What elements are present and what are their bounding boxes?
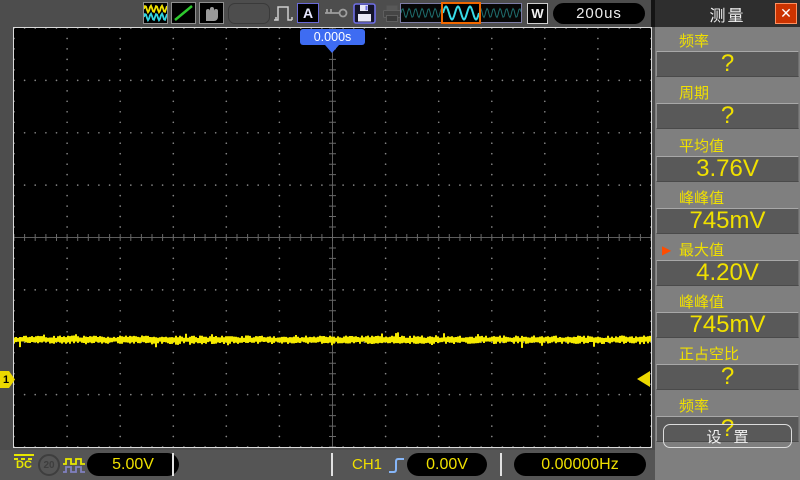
channel-waves-icon[interactable] (143, 2, 168, 24)
measurement-label: 峰峰值 (679, 190, 724, 207)
measurement-label: 正占空比 (679, 346, 739, 363)
graticule-grid (14, 28, 651, 447)
auto-icon[interactable]: A (297, 3, 319, 23)
bandwidth-limit-label: 20 (43, 460, 54, 471)
timebase-value: 200us (576, 5, 622, 22)
waveform-preview-window[interactable] (441, 2, 481, 24)
key-icon[interactable] (323, 2, 349, 24)
volts-per-div-readout[interactable]: 5.00V (87, 453, 179, 476)
trigger-level-readout[interactable]: 0.00V (407, 453, 487, 476)
measurement-value: 3.76V (656, 156, 799, 182)
sidebar-title: 测量 (709, 2, 745, 26)
measurement-value: 745mV (656, 312, 799, 338)
bottom-status-bar: DC 20 5.00V CH1 0.00V 0.00000Hz (0, 450, 655, 480)
oscilloscope-screen: A W 200us 0.000s 1 (0, 0, 800, 480)
measurement-value: ? (656, 364, 799, 390)
trigger-position-pointer-icon (325, 45, 339, 53)
measurement-label: 最大值 (679, 242, 724, 259)
measurement-sidebar: 测量 ✕ ▶频率 ? ▶周期 ? ▶平均值 3.76V ▶峰峰值 745mV ▶… (655, 0, 800, 480)
top-toolbar: A W 200us (0, 0, 655, 27)
measurement-row[interactable]: ▶周期 ? (655, 85, 800, 129)
measurement-label: 频率 (679, 398, 709, 415)
settings-button[interactable]: 设置 (663, 424, 792, 448)
measurement-value: ? (656, 103, 799, 129)
settings-button-label: 设置 (694, 426, 760, 447)
window-icon-label: W (531, 6, 543, 21)
frequency-counter-readout: 0.00000Hz (514, 453, 646, 476)
measurement-row[interactable]: ▶峰峰值 745mV (655, 190, 800, 234)
close-icon[interactable]: ✕ (775, 3, 797, 24)
statusbar-separator (331, 453, 333, 476)
channel1-ground-label: 1 (3, 374, 9, 386)
pulse-icon[interactable] (272, 2, 296, 24)
trigger-level-value: 0.00V (426, 456, 468, 474)
measurement-label: 周期 (679, 85, 709, 102)
volts-per-div-value: 5.00V (112, 456, 154, 474)
bandwidth-limit-icon[interactable]: 20 (38, 454, 60, 476)
waveform-preview[interactable] (400, 3, 522, 23)
measurement-label: 频率 (679, 33, 709, 50)
scope-display-area: 0.000s 1 (0, 27, 655, 450)
measurement-row[interactable]: ▶频率 ? (655, 33, 800, 77)
measurement-row[interactable]: ▶ 最大值 4.20V (655, 242, 800, 286)
window-icon[interactable]: W (527, 3, 548, 24)
slope-line-icon[interactable] (171, 2, 196, 24)
trigger-position-tag[interactable]: 0.000s (300, 29, 365, 45)
timebase-readout[interactable]: 200us (553, 3, 645, 24)
graticule-screen: 0.000s (13, 27, 652, 448)
close-glyph: ✕ (780, 5, 792, 22)
dc-coupling-label: DC (16, 459, 32, 471)
auto-icon-label: A (303, 5, 313, 21)
measurement-row[interactable]: ▶正占空比 ? (655, 346, 800, 390)
save-icon[interactable] (352, 2, 378, 25)
measurement-row[interactable]: ▶峰峰值 745mV (655, 294, 800, 338)
measurement-label: 平均值 (679, 138, 724, 155)
frequency-counter-value: 0.00000Hz (541, 456, 618, 474)
sidebar-header: 测量 ✕ (655, 0, 800, 27)
trigger-source-label: CH1 (352, 456, 382, 473)
square-wave-icon[interactable] (62, 455, 86, 475)
dc-solid-line (14, 454, 34, 456)
hand-drag-icon[interactable] (199, 2, 224, 24)
measurement-value: ? (656, 51, 799, 77)
active-measurement-arrow-icon: ▶ (662, 243, 671, 258)
empty-slot (228, 3, 270, 24)
statusbar-separator (500, 453, 502, 476)
measurement-label: 峰峰值 (679, 294, 724, 311)
measurement-value: 745mV (656, 208, 799, 234)
trigger-position-value: 0.000s (314, 30, 352, 44)
statusbar-separator (172, 453, 174, 476)
rising-edge-icon[interactable] (388, 454, 405, 476)
measurement-value: 4.20V (656, 260, 799, 286)
dc-coupling-icon[interactable]: DC (13, 454, 35, 470)
measurement-row[interactable]: ▶平均值 3.76V (655, 138, 800, 182)
